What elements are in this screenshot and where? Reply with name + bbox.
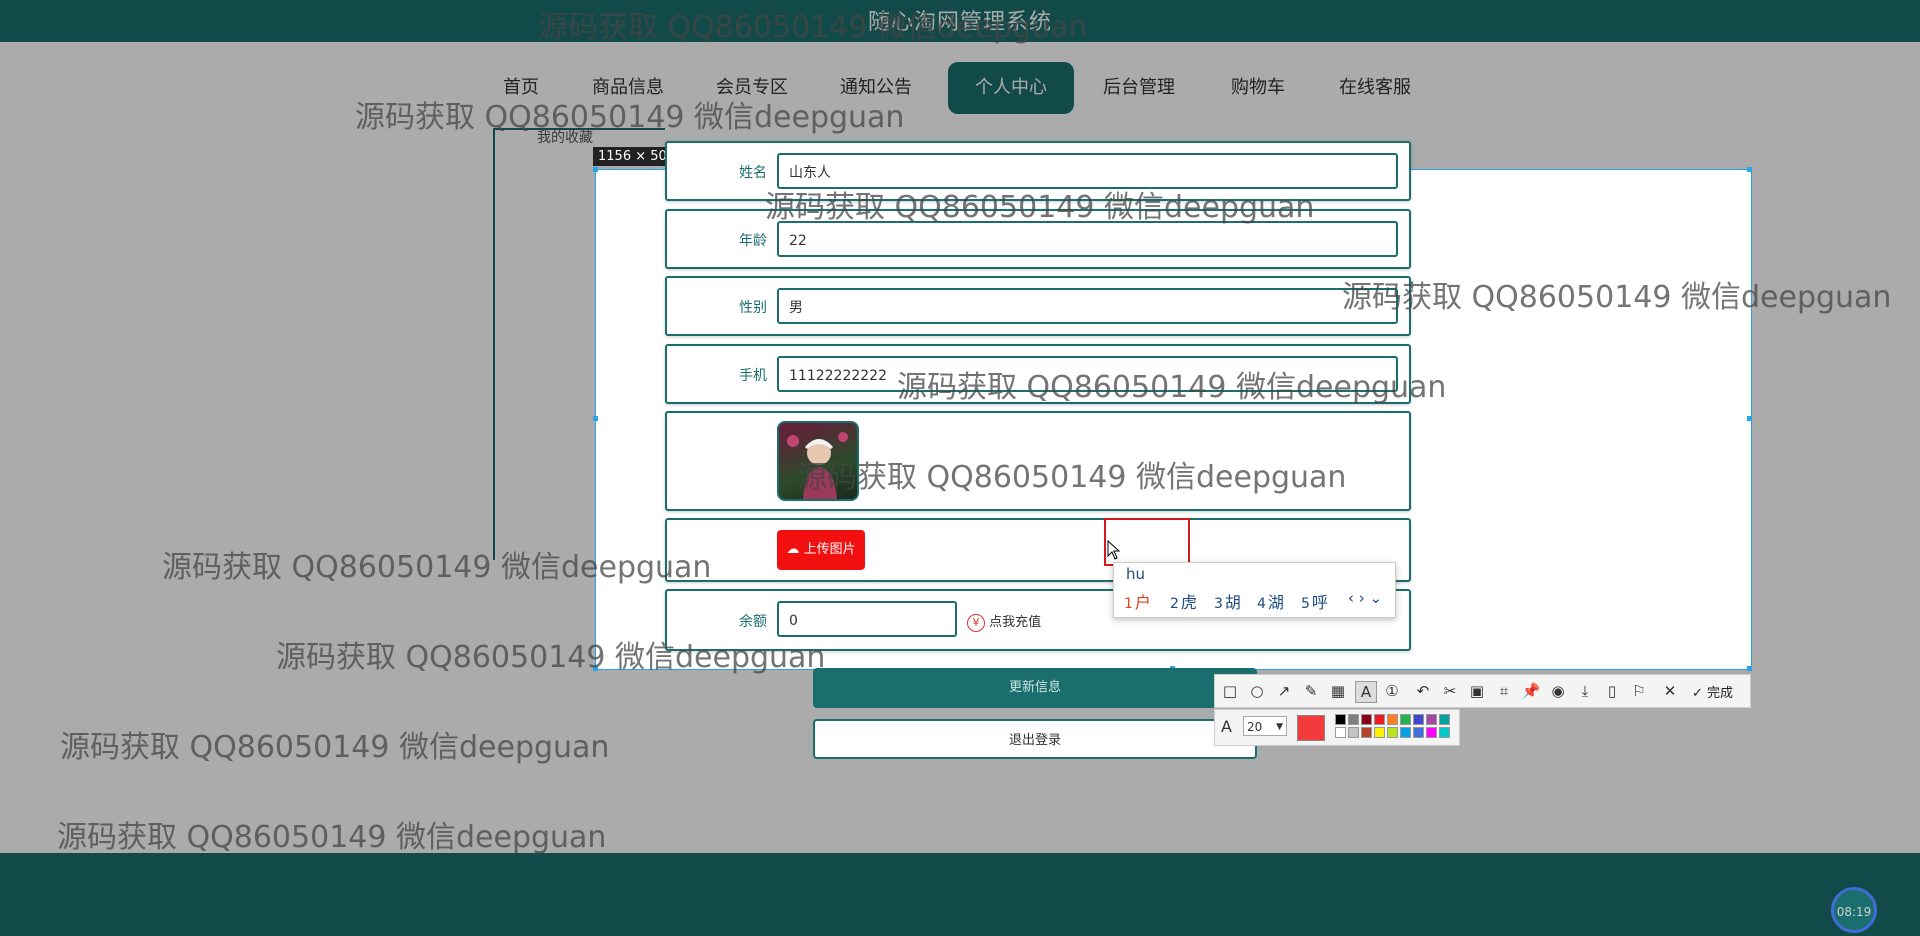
current-color-swatch[interactable]: [1297, 715, 1325, 741]
name-row: 姓名 山东人: [665, 141, 1411, 201]
color-swatch[interactable]: [1387, 714, 1398, 725]
upload-image-button[interactable]: ☁ 上传图片: [777, 530, 865, 570]
avatar-row: [665, 411, 1411, 511]
ime-page-arrows[interactable]: ‹ › ⌄: [1348, 589, 1382, 607]
gender-select[interactable]: 男: [777, 288, 1398, 324]
undo-icon[interactable]: ↶: [1413, 681, 1433, 701]
bookmark-icon[interactable]: ⚐: [1629, 681, 1649, 701]
name-label: 姓名: [739, 165, 767, 181]
ocr-icon[interactable]: ⌗: [1494, 681, 1514, 701]
ime-candidate-window: hu 1户 2虎 3胡 4湖 5呼 ‹ › ⌄: [1113, 562, 1396, 618]
ellipse-icon[interactable]: ○: [1247, 681, 1267, 701]
color-swatch[interactable]: [1413, 727, 1424, 738]
avatar: [777, 421, 859, 501]
color-swatch[interactable]: [1361, 714, 1372, 725]
ime-candidate[interactable]: 3胡: [1214, 589, 1241, 613]
phone-label: 手机: [739, 368, 767, 384]
download-icon[interactable]: ⤓: [1575, 681, 1595, 701]
done-button[interactable]: ✓ 完成: [1692, 682, 1733, 701]
pencil-icon[interactable]: ✎: [1301, 681, 1321, 701]
resize-handle[interactable]: [593, 666, 598, 671]
color-swatch[interactable]: [1439, 727, 1450, 738]
color-swatch[interactable]: [1348, 714, 1359, 725]
cloud-upload-icon: ☁: [786, 542, 800, 557]
color-swatch[interactable]: [1335, 714, 1346, 725]
scissors-icon[interactable]: ✂: [1440, 681, 1460, 701]
color-swatch[interactable]: [1413, 714, 1424, 725]
recharge-link[interactable]: ¥ 点我充值: [967, 611, 1041, 632]
ime-candidate[interactable]: 1户: [1124, 589, 1151, 613]
color-swatch[interactable]: [1374, 714, 1385, 725]
recharge-label: 点我充值: [989, 615, 1042, 630]
resize-handle[interactable]: [1747, 416, 1752, 421]
ime-candidate[interactable]: 4湖: [1257, 589, 1284, 613]
floating-clock-badge[interactable]: 08:19: [1831, 887, 1877, 933]
color-swatch[interactable]: [1348, 727, 1359, 738]
gender-row: 性别 男: [665, 276, 1411, 336]
name-field[interactable]: 山东人: [777, 153, 1398, 189]
ime-candidate[interactable]: 5呼: [1301, 589, 1328, 613]
mouse-cursor-icon: [1107, 540, 1121, 560]
text-icon[interactable]: A: [1355, 681, 1377, 703]
screenshot-toolbar: □ ○ ↗ ✎ ▦ A ① ↶ ✂ ▣ ⌗ 📌 ◉ ⤓ ▯ ⚐ ✕ ✓ 完成: [1214, 674, 1751, 708]
chevron-down-icon: ▼: [1276, 722, 1283, 732]
phone-row: 手机 11122222222: [665, 344, 1411, 404]
font-size-select[interactable]: 20 ▼: [1243, 716, 1287, 736]
age-field[interactable]: 22: [777, 221, 1398, 257]
color-swatch[interactable]: [1374, 727, 1385, 738]
close-icon[interactable]: ✕: [1660, 681, 1680, 701]
color-swatch[interactable]: [1426, 714, 1437, 725]
color-swatch[interactable]: [1387, 727, 1398, 738]
pin-image-icon[interactable]: ▣: [1467, 681, 1487, 701]
resize-handle[interactable]: [593, 416, 598, 421]
phone-field[interactable]: 11122222222: [777, 356, 1398, 392]
mosaic-icon[interactable]: ▦: [1328, 681, 1348, 701]
age-label: 年龄: [739, 233, 767, 249]
color-swatch[interactable]: [1400, 727, 1411, 738]
avatar-photo-icon: [787, 432, 848, 499]
yen-icon: ¥: [967, 614, 985, 632]
text-style-palette: A 20 ▼: [1214, 709, 1460, 746]
number-icon[interactable]: ①: [1382, 681, 1402, 701]
phone-icon[interactable]: ▯: [1602, 681, 1622, 701]
color-swatch[interactable]: [1426, 727, 1437, 738]
resize-handle[interactable]: [1747, 666, 1752, 671]
balance-field[interactable]: 0: [777, 601, 957, 637]
upload-button-label: 上传图片: [803, 542, 856, 557]
gender-label: 性别: [739, 300, 767, 316]
check-icon: ✓: [1692, 686, 1703, 701]
color-swatch[interactable]: [1439, 714, 1450, 725]
record-icon[interactable]: ◉: [1548, 681, 1568, 701]
balance-label: 余额: [739, 614, 767, 630]
age-row: 年龄 22: [665, 209, 1411, 269]
color-swatch[interactable]: [1335, 727, 1346, 738]
resize-handle[interactable]: [1747, 167, 1752, 172]
color-swatch[interactable]: [1400, 714, 1411, 725]
resize-handle[interactable]: [593, 167, 598, 172]
update-info-button[interactable]: 更新信息: [813, 668, 1257, 708]
logout-button[interactable]: 退出登录: [813, 719, 1257, 759]
arrow-icon[interactable]: ↗: [1274, 681, 1294, 701]
rectangle-icon[interactable]: □: [1220, 681, 1240, 701]
ime-composition-text: hu: [1126, 565, 1146, 583]
font-size-icon: A: [1221, 717, 1232, 736]
ime-candidate[interactable]: 2虎: [1170, 589, 1197, 613]
color-swatch[interactable]: [1361, 727, 1372, 738]
pin-icon[interactable]: 📌: [1521, 681, 1541, 701]
